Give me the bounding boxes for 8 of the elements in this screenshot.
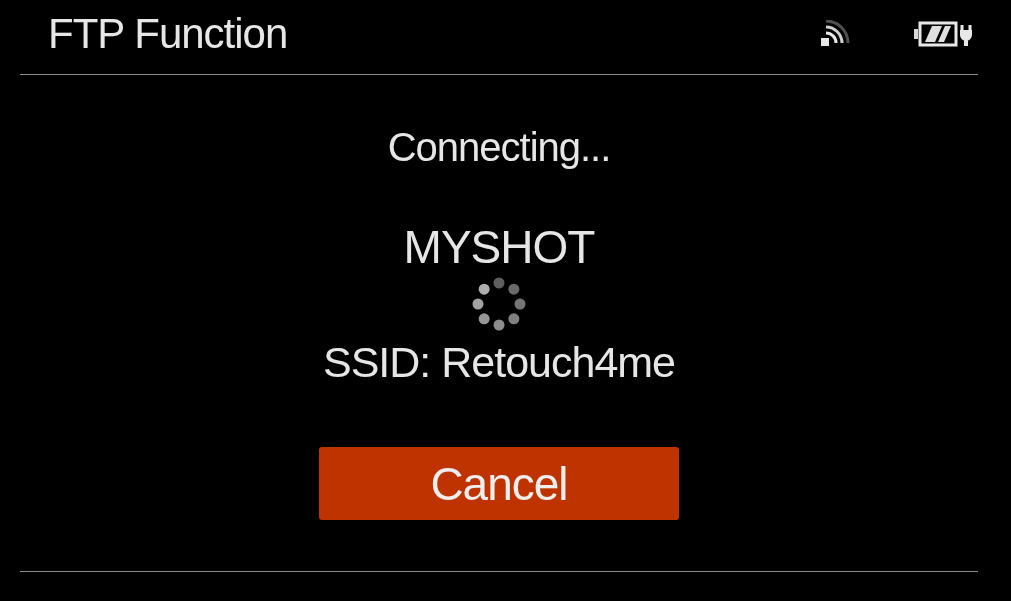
cancel-button[interactable]: Cancel xyxy=(319,447,679,520)
status-text: Connecting... xyxy=(387,125,611,170)
server-name: MYSHOT xyxy=(403,220,595,274)
loading-spinner-icon xyxy=(471,276,527,332)
signal-icon xyxy=(820,20,850,48)
battery-charging-icon xyxy=(914,21,974,47)
ssid-text: SSID: Retouch4me xyxy=(322,338,676,387)
screen-title: FTP Function xyxy=(48,10,288,58)
